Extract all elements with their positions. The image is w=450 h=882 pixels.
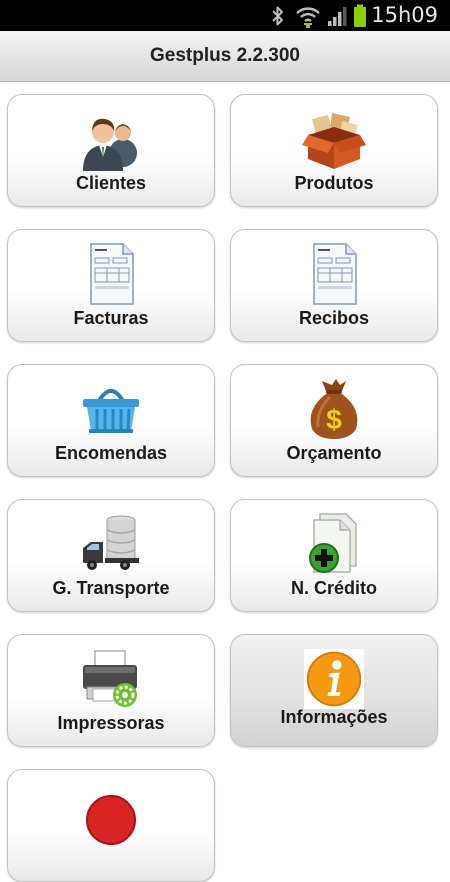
impressoras-label: Impressoras xyxy=(57,713,165,733)
info-icon xyxy=(304,649,364,709)
g-transporte-label: G. Transporte xyxy=(52,578,170,598)
signal-icon xyxy=(326,0,350,31)
informacoes-button[interactable]: Informações xyxy=(230,634,438,747)
invoice-document-icon xyxy=(90,243,134,305)
recibos-label: Recibos xyxy=(298,308,370,328)
clientes-label: Clientes xyxy=(75,173,147,193)
money-bag-icon: $ xyxy=(310,379,358,439)
g-transporte-button[interactable]: G. Transporte xyxy=(7,499,215,612)
n-credito-button[interactable]: N. Crédito xyxy=(230,499,438,612)
status-bar: 15h09 xyxy=(0,0,450,31)
wifi-icon xyxy=(294,0,322,31)
recibos-button[interactable]: Recibos xyxy=(230,229,438,342)
exit-button[interactable] xyxy=(7,769,215,882)
clients-icon xyxy=(83,118,137,171)
produtos-button[interactable]: Produtos xyxy=(230,94,438,207)
truck-icon xyxy=(83,515,139,570)
bluetooth-icon xyxy=(268,0,288,31)
produtos-label: Produtos xyxy=(294,173,374,193)
exit-icon xyxy=(86,795,136,845)
informacoes-label: Informações xyxy=(280,707,388,727)
encomendas-button[interactable]: Encomendas xyxy=(7,364,215,477)
n-credito-label: N. Crédito xyxy=(290,578,377,598)
status-time: 15h09 xyxy=(371,3,438,27)
clientes-button[interactable]: Clientes xyxy=(7,94,215,207)
receipt-document-icon xyxy=(313,243,357,305)
svg-text:$: $ xyxy=(326,404,342,435)
printer-settings-icon xyxy=(83,650,137,707)
impressoras-button[interactable]: Impressoras xyxy=(7,634,215,747)
menu-grid: Clientes Produtos Facturas Recibos Encom… xyxy=(0,82,450,882)
facturas-label: Facturas xyxy=(73,308,149,328)
orcamento-button[interactable]: $ Orçamento xyxy=(230,364,438,477)
battery-icon xyxy=(352,0,368,31)
credit-note-add-icon xyxy=(309,513,357,573)
orcamento-label: Orçamento xyxy=(286,443,382,463)
basket-icon xyxy=(83,389,139,433)
products-box-icon xyxy=(302,113,366,169)
app-title: Gestplus 2.2.300 xyxy=(0,31,450,82)
facturas-button[interactable]: Facturas xyxy=(7,229,215,342)
encomendas-label: Encomendas xyxy=(54,443,168,463)
